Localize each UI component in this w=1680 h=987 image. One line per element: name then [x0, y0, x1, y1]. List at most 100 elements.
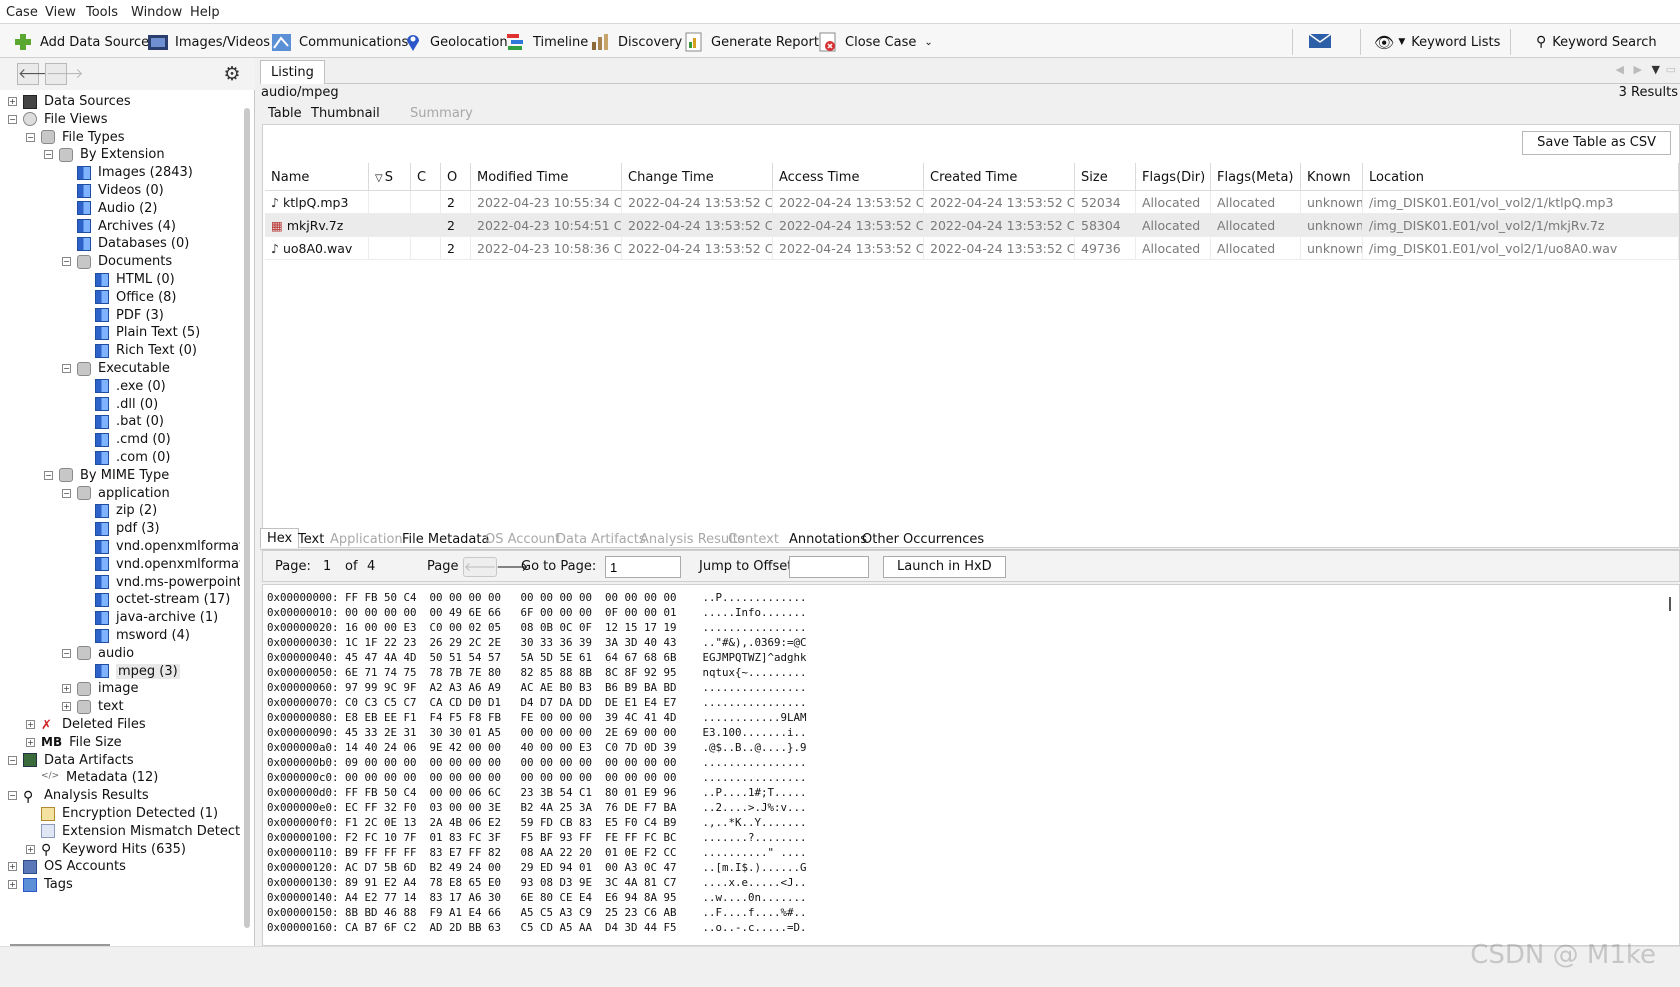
- column-header-name[interactable]: Name: [265, 163, 369, 191]
- tree-node[interactable]: .bat (0): [80, 412, 164, 431]
- tree-node[interactable]: msword (4): [80, 626, 190, 645]
- keyword-lists-button[interactable]: 👁 ▼ Keyword Lists: [1374, 31, 1500, 53]
- tree-node[interactable]: PDF (3): [80, 306, 164, 325]
- tab-summary[interactable]: Summary: [410, 106, 473, 121]
- collapse-icon[interactable]: −: [26, 132, 35, 142]
- tree-node[interactable]: .cmd (0): [80, 430, 171, 449]
- menu-window[interactable]: Window: [131, 5, 182, 20]
- close-case-button[interactable]: Close Case ⌄: [817, 31, 933, 53]
- column-header-location[interactable]: Location: [1363, 163, 1679, 191]
- settings-gear-icon[interactable]: ⚙: [221, 63, 243, 85]
- tab-file-metadata[interactable]: File Metadata: [402, 532, 489, 547]
- tree-node[interactable]: java-archive (1): [80, 608, 218, 627]
- tab-thumbnail[interactable]: Thumbnail: [311, 106, 380, 121]
- sort-filter-icon[interactable]: ▽: [375, 173, 383, 184]
- tree-node[interactable]: + image: [62, 679, 139, 698]
- tree-node[interactable]: + MB File Size: [26, 733, 122, 752]
- goto-page-input[interactable]: [605, 556, 681, 578]
- tab-annotations[interactable]: Annotations: [789, 532, 867, 547]
- tree-node[interactable]: + OS Accounts: [8, 857, 126, 876]
- expand-icon[interactable]: +: [8, 862, 17, 872]
- tab-listing[interactable]: Listing: [260, 60, 325, 84]
- tree-node[interactable]: Audio (2): [62, 199, 158, 218]
- expand-icon[interactable]: +: [8, 880, 17, 890]
- hex-scroll-thumb[interactable]: [1669, 597, 1671, 611]
- menu-help[interactable]: Help: [190, 5, 220, 20]
- back-button[interactable]: 🡐: [17, 63, 56, 85]
- expand-icon[interactable]: +: [8, 97, 17, 106]
- save-table-csv-button[interactable]: Save Table as CSV: [1522, 131, 1671, 155]
- communications-button[interactable]: Communications: [271, 31, 408, 53]
- tree-node[interactable]: HTML (0): [80, 270, 175, 289]
- tree-node[interactable]: Office (8): [80, 288, 177, 307]
- tree-node[interactable]: vnd.openxmlformats: [80, 555, 240, 574]
- tree-node[interactable]: − ⚲ Analysis Results: [8, 786, 149, 805]
- tree-node[interactable]: Databases (0): [62, 234, 189, 253]
- tree-node[interactable]: vnd.ms-powerpoint: [80, 573, 240, 592]
- column-header-size[interactable]: Size: [1075, 163, 1136, 191]
- tree-node[interactable]: Rich Text (0): [80, 341, 197, 360]
- tree-node[interactable]: − Documents: [62, 252, 172, 271]
- timeline-button[interactable]: Timeline: [505, 31, 588, 53]
- collapse-icon[interactable]: −: [62, 648, 71, 658]
- collapse-icon[interactable]: −: [8, 791, 17, 801]
- column-header-known[interactable]: Known: [1301, 163, 1363, 191]
- tab-table[interactable]: Table: [268, 106, 302, 121]
- tree-node[interactable]: .dll (0): [80, 395, 158, 414]
- expand-icon[interactable]: +: [62, 684, 71, 694]
- discovery-button[interactable]: Discovery: [590, 31, 682, 53]
- collapse-icon[interactable]: −: [8, 755, 17, 765]
- tree-node[interactable]: − File Types: [26, 128, 125, 147]
- column-header-flags-meta[interactable]: Flags(Meta): [1211, 163, 1301, 191]
- collapse-icon[interactable]: −: [44, 150, 53, 160]
- tree-node[interactable]: Encryption Detected (1): [26, 804, 218, 823]
- tree-node[interactable]: octet-stream (17): [80, 590, 230, 609]
- table-row[interactable]: ♪ ktlpQ.mp3 2 2022-04-23 10:55:34 CST 2022-0…: [265, 191, 1679, 214]
- table-row[interactable]: ♪ uo8A0.wav 2 2022-04-23 10:58:36 CST 2022-0…: [265, 237, 1679, 260]
- tab-other-occurrences[interactable]: Other Occurrences: [862, 532, 984, 547]
- hex-viewer[interactable]: 0x00000000: FF FB 50 C4 00 00 00 00 00 0…: [262, 584, 1680, 946]
- column-header-s[interactable]: ▽ S: [369, 163, 411, 191]
- mail-button[interactable]: [1308, 31, 1336, 53]
- column-header-c[interactable]: C: [411, 163, 441, 191]
- column-header-modified[interactable]: Modified Time: [471, 163, 622, 191]
- tree-node[interactable]: − File Views: [8, 110, 108, 129]
- column-header-o[interactable]: O: [441, 163, 471, 191]
- collapse-icon[interactable]: −: [62, 488, 71, 498]
- expand-icon[interactable]: +: [26, 844, 35, 854]
- tree-node[interactable]: + ✗ Deleted Files: [26, 715, 146, 734]
- tree-node[interactable]: + text: [62, 697, 124, 716]
- tree-node[interactable]: − By Extension: [44, 145, 165, 164]
- tab-application[interactable]: Application: [330, 532, 403, 547]
- tree-node[interactable]: zip (2): [80, 501, 157, 520]
- maximize-icon[interactable]: ▭: [1666, 63, 1676, 76]
- tree-node[interactable]: .com (0): [80, 448, 170, 467]
- tree-node[interactable]: Images (2843): [62, 163, 193, 182]
- tree-node[interactable]: .exe (0): [80, 377, 166, 396]
- tab-nav-left-icon[interactable]: ◀: [1616, 63, 1624, 76]
- tree-node[interactable]: Archives (4): [62, 217, 176, 236]
- column-header-change[interactable]: Change Time: [622, 163, 773, 191]
- menu-tools[interactable]: Tools: [86, 5, 118, 20]
- tree-node[interactable]: + Data Sources: [8, 92, 131, 111]
- tree-node[interactable]: pdf (3): [80, 519, 160, 538]
- tree-node[interactable]: − audio: [62, 644, 134, 663]
- tab-dropdown-icon[interactable]: ▼: [1652, 63, 1660, 76]
- tree-node[interactable]: − application: [62, 484, 170, 503]
- collapse-icon[interactable]: −: [62, 257, 71, 267]
- collapse-icon[interactable]: −: [44, 470, 53, 480]
- expand-icon[interactable]: +: [26, 737, 35, 747]
- geolocation-button[interactable]: Geolocation: [402, 31, 508, 53]
- tree-vertical-scrollbar[interactable]: [244, 108, 250, 928]
- column-header-flags-dir[interactable]: Flags(Dir): [1136, 163, 1211, 191]
- jump-offset-input[interactable]: [789, 556, 869, 578]
- tree-node[interactable]: mpeg (3): [80, 662, 180, 681]
- tree-node[interactable]: vnd.openxmlformats: [80, 537, 240, 556]
- tree-node[interactable]: Videos (0): [62, 181, 164, 200]
- expand-icon[interactable]: +: [26, 720, 35, 729]
- tree-node[interactable]: − Data Artifacts: [8, 751, 134, 770]
- tab-context[interactable]: Context: [728, 532, 779, 547]
- tab-nav-right-icon[interactable]: ▶: [1634, 63, 1642, 76]
- chevron-down-icon[interactable]: ⌄: [924, 37, 932, 48]
- tree-node[interactable]: − By MIME Type: [44, 466, 169, 485]
